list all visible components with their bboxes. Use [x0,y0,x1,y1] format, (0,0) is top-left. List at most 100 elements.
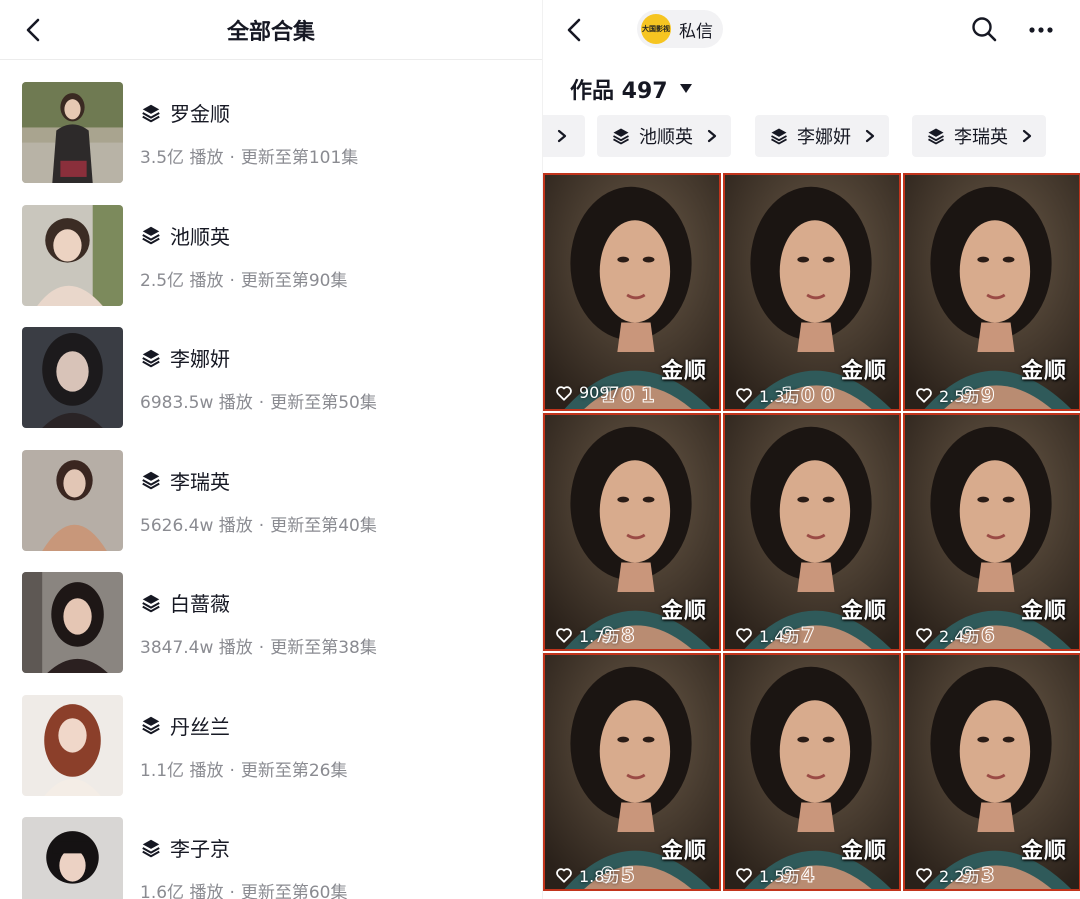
like-count: 9097 [555,383,620,402]
layers-icon [142,839,160,857]
like-count-text: 1.4万 [759,627,801,646]
heart-icon [736,868,752,883]
collection-item[interactable]: 李子京 1.6亿 播放 · 更新至第60集 [0,795,542,899]
like-count: 1.7万 [555,623,620,647]
heart-icon [736,388,752,403]
collection-name: 李娜妍 [170,347,230,371]
collection-item[interactable]: 李瑞英 5626.4w 播放 · 更新至第40集 [0,428,542,551]
video-title-overlay: 金顺 [1020,359,1067,384]
update-status: 更新至第40集 [270,515,377,536]
separator: · [258,638,265,658]
heart-icon [916,628,932,643]
chevron-right-icon [557,129,567,143]
video-thumbnail[interactable]: 金顺 99 2.5万 [903,173,1080,411]
collection-cover [22,694,123,796]
collection-item[interactable]: 李娜妍 6983.5w 播放 · 更新至第50集 [0,305,542,428]
like-count-text: 2.5万 [939,387,981,406]
collections-header: 全部合集 [0,0,542,60]
chevron-right-icon [707,129,717,143]
search-icon [972,17,997,42]
like-count-text: 1.5万 [759,867,801,886]
screen: 全部合集 罗金顺 3.5亿 播放 · 更新至第101集 池顺英 2.5亿 播放 · 更新… [0,0,1080,899]
heart-icon [736,628,752,643]
collection-chip[interactable]: 李娜妍 [755,115,889,157]
separator: · [229,148,235,168]
collection-cover [22,82,123,183]
video-thumbnail[interactable]: 金顺 98 1.7万 [543,413,721,651]
like-count: 2.2万 [915,863,980,887]
video-thumbnail[interactable]: 金顺 100 1.3万 [723,173,901,411]
collection-chip-partial[interactable] [543,115,585,157]
collection-cover [22,817,123,899]
layers-icon [771,128,787,145]
collection-chip[interactable]: 池顺英 [597,115,731,157]
collection-item[interactable]: 丹丝兰 1.1亿 播放 · 更新至第26集 [0,673,542,796]
collection-cover [22,572,123,673]
direct-message-button[interactable]: 大国影视 私信 [637,10,723,48]
like-count: 1.4万 [735,623,800,647]
like-count-text: 9097 [579,383,620,402]
profile-panel: 大国影视 私信 作品 497 池顺英 李娜妍 李瑞英 金顺 101 9097 金… [543,0,1080,899]
profile-header: 大国影视 私信 [543,0,1080,60]
video-thumbnail[interactable]: 金顺 93 2.2万 [903,653,1080,891]
like-count-text: 2.4万 [939,627,981,646]
separator: · [229,760,235,781]
video-title-overlay: 金顺 [840,599,887,624]
chip-label: 李娜妍 [797,127,851,148]
video-thumbnail[interactable]: 金顺 97 1.4万 [723,413,901,651]
video-title-overlay: 金顺 [840,839,887,864]
video-thumbnail[interactable]: 金顺 96 2.4万 [903,413,1080,651]
layers-icon [142,471,160,490]
layers-icon [142,226,160,245]
layers-icon [142,716,160,735]
update-status: 更新至第50集 [270,393,377,413]
collection-chip[interactable]: 李瑞英 [912,115,1046,157]
play-count: 3.5亿 播放 [140,148,224,168]
layers-icon [928,128,944,145]
collection-item[interactable]: 白蔷薇 3847.4w 播放 · 更新至第38集 [0,550,542,673]
more-icon [1029,27,1053,33]
collection-name: 白蔷薇 [170,592,230,616]
like-count: 2.5万 [915,383,980,407]
play-count: 3847.4w 播放 [140,638,253,658]
collection-item[interactable]: 罗金顺 3.5亿 播放 · 更新至第101集 [0,60,542,183]
video-thumbnail[interactable]: 金顺 94 1.5万 [723,653,901,891]
back-button[interactable] [555,10,595,50]
layers-icon [142,349,160,367]
search-button[interactable] [967,12,1001,46]
layers-icon [613,128,629,145]
update-status: 更新至第60集 [240,883,348,899]
chevron-right-icon [1022,129,1032,143]
collection-name: 罗金顺 [170,102,230,126]
like-count: 1.5万 [735,863,800,887]
like-count: 1.8万 [555,863,620,887]
channel-logo: 大国影视 [641,14,671,44]
collection-cover [22,204,123,306]
update-status: 更新至第90集 [240,270,348,291]
page-title: 全部合集 [226,20,315,45]
collection-item[interactable]: 池顺英 2.5亿 播放 · 更新至第90集 [0,183,542,306]
video-thumbnail[interactable]: 金顺 95 1.8万 [543,653,721,891]
works-selector[interactable]: 作品 497 [570,73,692,105]
separator: · [229,883,235,899]
separator: · [258,515,265,536]
heart-icon [916,388,932,403]
like-count-text: 1.8万 [579,867,621,886]
play-count: 6983.5w 播放 [140,393,253,413]
video-title-overlay: 金顺 [1020,839,1067,864]
separator: · [229,270,235,291]
layers-icon [142,594,160,612]
collection-cover [22,449,123,551]
video-title-overlay: 金顺 [660,599,707,624]
back-arrow-icon [567,18,581,42]
layers-icon [142,104,160,122]
chip-label: 李瑞英 [954,127,1008,148]
more-button[interactable] [1024,12,1058,46]
update-status: 更新至第26集 [240,760,348,781]
collection-list: 罗金顺 3.5亿 播放 · 更新至第101集 池顺英 2.5亿 播放 · 更新至第90集… [0,60,542,899]
collection-name: 丹丝兰 [170,714,230,739]
collection-chip-row: 池顺英 李娜妍 李瑞英 [543,115,1080,157]
video-thumbnail[interactable]: 金顺 101 9097 [543,173,721,411]
heart-icon [556,868,572,883]
collections-panel: 全部合集 罗金顺 3.5亿 播放 · 更新至第101集 池顺英 2.5亿 播放 · 更新… [0,0,542,899]
